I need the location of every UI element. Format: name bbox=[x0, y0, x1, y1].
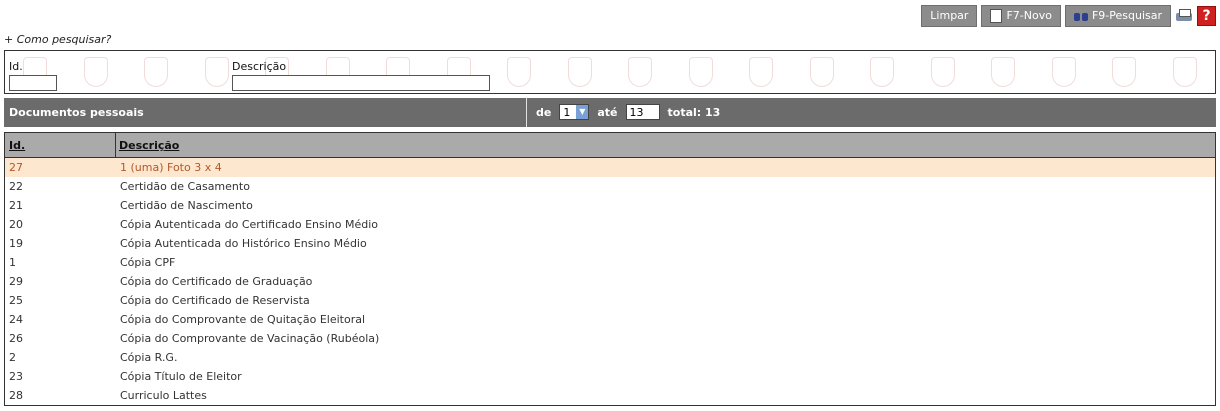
header-id[interactable]: Id. bbox=[9, 139, 25, 152]
table-row[interactable]: 1 Cópia CPF bbox=[5, 253, 1215, 272]
bar-divider bbox=[526, 98, 527, 127]
search-button[interactable]: F9-Pesquisar bbox=[1064, 5, 1171, 27]
cell-id: 23 bbox=[9, 370, 23, 383]
cell-id: 29 bbox=[9, 275, 23, 288]
shield-watermark-icon bbox=[809, 57, 834, 87]
cell-description: 1 (uma) Foto 3 x 4 bbox=[120, 161, 222, 174]
shield-watermark-icon bbox=[870, 57, 895, 87]
shield-watermark-icon bbox=[628, 57, 653, 87]
table-row[interactable]: 23 Cópia Título de Eleitor bbox=[5, 367, 1215, 386]
table-row[interactable]: 21 Certidão de Nascimento bbox=[5, 196, 1215, 215]
table-row[interactable]: 29 Cópia do Certificado de Graduação bbox=[5, 272, 1215, 291]
cell-description: Cópia do Certificado de Graduação bbox=[120, 275, 313, 288]
shield-watermark-icon bbox=[204, 57, 229, 87]
shield-watermark-icon bbox=[930, 57, 955, 87]
cell-id: 25 bbox=[9, 294, 23, 307]
cell-description: Cópia Título de Eleitor bbox=[120, 370, 242, 383]
filter-panel: Id. Descrição bbox=[4, 50, 1216, 94]
shield-watermark-icon bbox=[567, 57, 592, 87]
id-input[interactable] bbox=[9, 75, 57, 91]
cell-id: 20 bbox=[9, 218, 23, 231]
from-select[interactable]: 1 ▼ bbox=[559, 104, 590, 120]
new-button[interactable]: F7-Novo bbox=[981, 5, 1061, 27]
cell-description: Cópia Autenticada do Certificado Ensino … bbox=[120, 218, 379, 231]
cell-id: 22 bbox=[9, 180, 23, 193]
description-input[interactable] bbox=[232, 75, 490, 91]
cell-id: 1 bbox=[9, 256, 16, 269]
watermark-pattern bbox=[5, 51, 1215, 93]
results-bar: Documentos pessoais de 1 ▼ até 13 total:… bbox=[4, 98, 1216, 127]
description-label: Descrição bbox=[232, 60, 287, 73]
header-divider bbox=[115, 133, 116, 157]
table-row[interactable]: 22 Certidão de Casamento bbox=[5, 177, 1215, 196]
table-header: Id. Descrição bbox=[5, 133, 1215, 158]
cell-id: 27 bbox=[9, 161, 23, 174]
cell-description: Certidão de Nascimento bbox=[120, 199, 253, 212]
clear-button[interactable]: Limpar bbox=[921, 5, 978, 27]
binoculars-icon bbox=[1073, 10, 1088, 22]
total-count: total: 13 bbox=[667, 105, 721, 119]
toolbar: Limpar F7-Novo F9-Pesquisar ? bbox=[921, 5, 1216, 27]
cell-description: Cópia do Comprovante de Quitação Eleitor… bbox=[120, 313, 366, 326]
chevron-down-icon[interactable]: ▼ bbox=[576, 105, 589, 119]
to-label: até bbox=[597, 105, 618, 119]
table-row[interactable]: 24 Cópia do Comprovante de Quitação Eleit… bbox=[5, 310, 1215, 329]
cell-id: 19 bbox=[9, 237, 23, 250]
shield-watermark-icon bbox=[749, 57, 774, 87]
help-icon[interactable]: ? bbox=[1197, 6, 1216, 26]
shield-watermark-icon bbox=[688, 57, 713, 87]
how-to-search-link[interactable]: + Como pesquisar? bbox=[4, 33, 111, 46]
shield-watermark-icon bbox=[1112, 57, 1137, 87]
cell-description: Cópia Autenticada do Histórico Ensino Mé… bbox=[120, 237, 367, 250]
search-label: F9-Pesquisar bbox=[1091, 9, 1162, 22]
shield-watermark-icon bbox=[1051, 57, 1076, 87]
shield-watermark-icon bbox=[1172, 57, 1197, 87]
cell-id: 26 bbox=[9, 332, 23, 345]
table-row[interactable]: 27 1 (uma) Foto 3 x 4 bbox=[5, 158, 1215, 177]
table-row[interactable]: 20 Cópia Autenticada do Certificado Ensin… bbox=[5, 215, 1215, 234]
print-icon[interactable] bbox=[1175, 7, 1193, 25]
new-document-icon bbox=[990, 9, 1003, 23]
cell-description: Cópia do Comprovante de Vacinação (Rubéo… bbox=[120, 332, 380, 345]
id-label: Id. bbox=[9, 60, 23, 73]
cell-description: Cópia CPF bbox=[120, 256, 176, 269]
cell-description: Certidão de Casamento bbox=[120, 180, 250, 193]
header-description[interactable]: Descrição bbox=[119, 139, 179, 152]
cell-description: Cópia R.G. bbox=[120, 351, 178, 364]
results-table: Id. Descrição 27 1 (uma) Foto 3 x 4 22 Cert… bbox=[4, 132, 1216, 406]
cell-id: 2 bbox=[9, 351, 16, 364]
shield-watermark-icon bbox=[991, 57, 1016, 87]
from-value: 1 bbox=[563, 105, 571, 119]
to-input[interactable]: 13 bbox=[625, 104, 660, 120]
table-row[interactable]: 25 Cópia do Certificado de Reservista bbox=[5, 291, 1215, 310]
results-title: Documentos pessoais bbox=[9, 106, 144, 119]
shield-watermark-icon bbox=[83, 57, 108, 87]
from-label: de bbox=[536, 105, 552, 119]
shield-watermark-icon bbox=[507, 57, 532, 87]
shield-watermark-icon bbox=[144, 57, 169, 87]
cell-description: Cópia do Certificado de Reservista bbox=[120, 294, 310, 307]
table-row[interactable]: 2 Cópia R.G. bbox=[5, 348, 1215, 367]
table-body: 27 1 (uma) Foto 3 x 4 22 Certidão de Casame… bbox=[5, 158, 1215, 405]
cell-id: 28 bbox=[9, 389, 23, 402]
cell-id: 24 bbox=[9, 313, 23, 326]
table-row[interactable]: 28 Curriculo Lattes bbox=[5, 386, 1215, 405]
cell-description: Curriculo Lattes bbox=[120, 389, 207, 402]
cell-id: 21 bbox=[9, 199, 23, 212]
table-row[interactable]: 19 Cópia Autenticada do Histórico Ensino … bbox=[5, 234, 1215, 253]
new-label: F7-Novo bbox=[1006, 9, 1052, 22]
pager: de 1 ▼ até 13 total: 13 bbox=[536, 104, 720, 120]
clear-label: Limpar bbox=[930, 9, 969, 22]
table-row[interactable]: 26 Cópia do Comprovante de Vacinação (Rub… bbox=[5, 329, 1215, 348]
